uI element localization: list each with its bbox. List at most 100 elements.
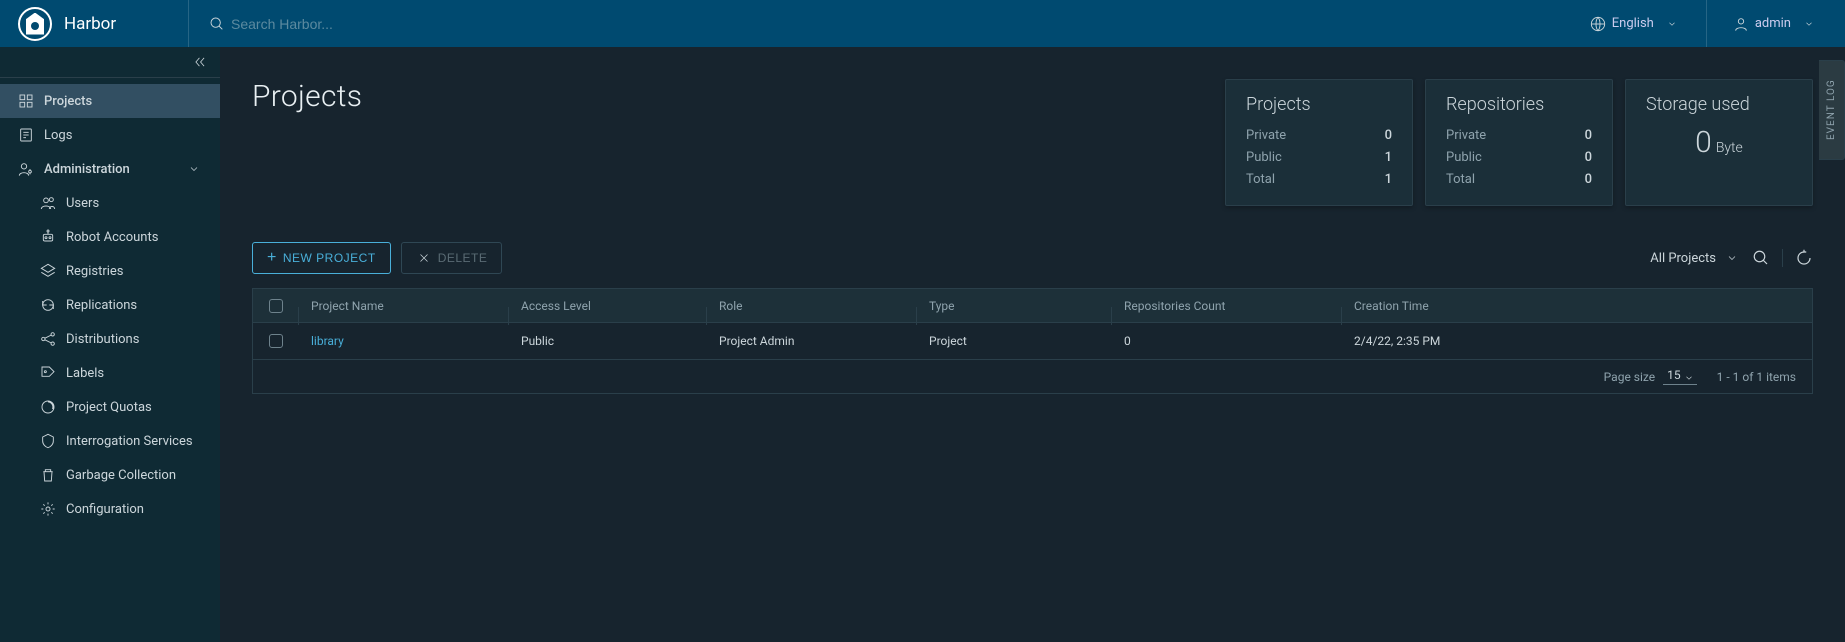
table-row[interactable]: library Public Project Admin Project 0 2… [253,323,1812,359]
sidebar-item-configuration[interactable]: Configuration [0,492,220,526]
storage-value: 0 [1695,125,1712,160]
close-icon [416,250,432,266]
cell-role: Project Admin [707,334,917,348]
sidebar-item-labels[interactable]: Labels [0,356,220,390]
sidebar-item-logs[interactable]: Logs [0,118,220,152]
sidebar-item-registries[interactable]: Registries [0,254,220,288]
page-size-value: 15 [1667,368,1681,382]
button-label: New Project [283,251,376,265]
projects-icon [18,93,34,109]
sidebar-item-distributions[interactable]: Distributions [0,322,220,356]
sidebar-collapse[interactable] [0,47,220,77]
user-label: admin [1755,16,1791,31]
table-header: Project Name Access Level Role Type Repo… [253,289,1812,323]
stat-value: 0 [1585,169,1592,191]
stat-value: 1 [1385,169,1392,191]
users-icon [40,195,56,211]
refresh-button[interactable] [1795,249,1813,267]
stat-title: Repositories [1446,94,1592,115]
top-header: Harbor English admin [0,0,1845,47]
filter-label: All Projects [1650,251,1716,266]
sidebar-item-label: Garbage Collection [66,468,176,483]
storage-unit: Byte [1716,140,1743,156]
pagination-range: 1 - 1 of 1 items [1717,370,1796,384]
column-header-name[interactable]: Project Name [299,299,509,313]
plus-icon: + [267,250,277,266]
search-input[interactable] [231,16,531,32]
sidebar-item-project-quotas[interactable]: Project Quotas [0,390,220,424]
language-label: English [1612,16,1654,31]
stat-value: 0 [1585,147,1592,169]
chevron-down-icon [1681,370,1697,386]
sidebar-item-label: Distributions [66,332,139,347]
chevron-down-icon [1724,250,1740,266]
stat-value: 1 [1385,147,1392,169]
sidebar-item-label: Registries [66,264,124,279]
stat-label: Total [1246,169,1275,191]
distributions-icon [40,331,56,347]
project-filter-select[interactable]: All Projects [1650,250,1740,266]
language-switcher[interactable]: English [1580,16,1690,32]
stat-label: Total [1446,169,1475,191]
replications-icon [40,297,56,313]
cell-type: Project [917,334,1112,348]
cell-access-level: Public [509,334,707,348]
button-label: Delete [438,251,488,265]
admin-icon [18,161,34,177]
sidebar-item-robot-accounts[interactable]: Robot Accounts [0,220,220,254]
trash-icon [40,467,56,483]
filter-search-button[interactable] [1752,249,1770,267]
column-header-access[interactable]: Access Level [509,299,707,313]
header-divider [188,0,189,47]
divider [1782,249,1783,267]
stat-label: Public [1446,147,1482,169]
cell-repo-count: 0 [1112,334,1342,348]
row-checkbox[interactable] [269,334,283,348]
cell-project-name[interactable]: library [299,334,509,348]
sidebar-item-label: Administration [44,162,130,177]
new-project-button[interactable]: + New Project [252,242,391,274]
projects-toolbar: + New Project Delete All Projects [252,242,1813,274]
app-name: Harbor [64,14,116,34]
globe-icon [1590,16,1606,32]
global-search[interactable] [209,16,1580,32]
column-header-repos[interactable]: Repositories Count [1112,299,1342,313]
logs-icon [18,127,34,143]
stat-card-repositories: Repositories Private0 Public0 Total0 [1425,79,1613,206]
delete-button[interactable]: Delete [401,242,503,274]
select-all-checkbox[interactable] [269,299,283,313]
sidebar-item-label: Interrogation Services [66,434,193,449]
projects-table: Project Name Access Level Role Type Repo… [252,288,1813,394]
event-log-tab[interactable]: EVENT LOG [1819,60,1845,160]
sidebar-item-label: Logs [44,128,72,143]
sidebar-item-replications[interactable]: Replications [0,288,220,322]
column-header-role[interactable]: Role [707,299,917,313]
header-divider [1706,0,1707,47]
event-log-label: EVENT LOG [1826,80,1837,141]
column-header-type[interactable]: Type [917,299,1112,313]
sidebar-item-projects[interactable]: Projects [0,84,220,118]
table-footer: Page size 15 1 - 1 of 1 items [253,359,1812,393]
sidebar-item-label: Users [66,196,99,211]
sidebar-item-label: Robot Accounts [66,230,158,245]
page-size-select[interactable]: 15 [1663,368,1697,385]
column-header-ctime[interactable]: Creation Time [1342,299,1812,313]
sidebar-item-users[interactable]: Users [0,186,220,220]
stat-card-projects: Projects Private0 Public1 Total1 [1225,79,1413,206]
logo-block[interactable]: Harbor [18,7,188,41]
sidebar-item-interrogation-services[interactable]: Interrogation Services [0,424,220,458]
user-menu[interactable]: admin [1723,16,1827,32]
robot-icon [40,229,56,245]
sidebar-item-garbage-collection[interactable]: Garbage Collection [0,458,220,492]
sidebar: Projects Logs Administration [0,47,220,642]
sidebar-item-label: Labels [66,366,104,381]
stat-value: 0 [1585,125,1592,147]
cell-creation-time: 2/4/22, 2:35 PM [1342,334,1812,348]
stat-title: Projects [1246,94,1392,115]
sidebar-item-administration[interactable]: Administration [0,152,220,186]
search-icon [209,16,225,32]
sidebar-item-label: Configuration [66,502,144,517]
stat-value: 0 [1385,125,1392,147]
page-size-label: Page size [1604,370,1655,384]
chevron-down-icon [1801,16,1817,32]
